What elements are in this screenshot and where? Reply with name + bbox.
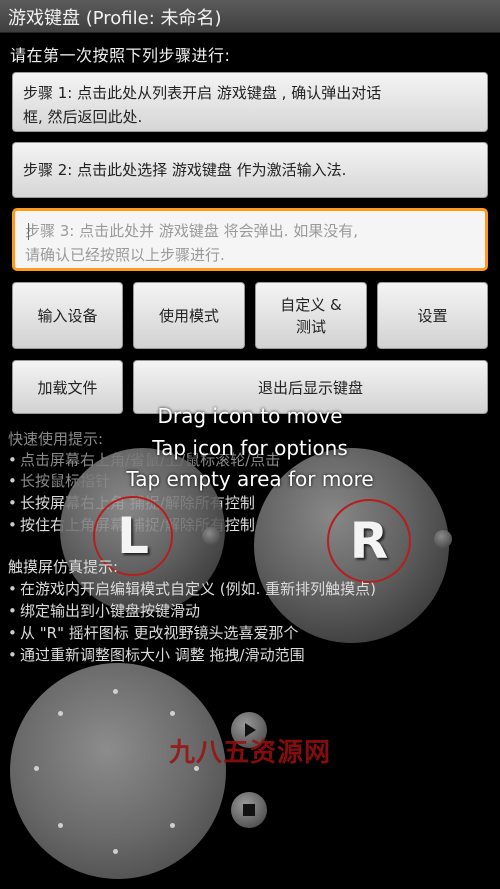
step-3-line2: 请确认已经按照以上步骤进行. [25, 246, 225, 264]
bullet-icon: • [8, 516, 17, 534]
bullet-icon: • [8, 494, 17, 512]
text-caret [28, 223, 29, 240]
watermark-text: 九八五资源网 [168, 738, 331, 768]
step-1-button[interactable]: 步骤 1: 点击此处从列表开启 游戏键盘 , 确认弹出对话 框, 然后返回此处. [12, 72, 488, 132]
input-device-button[interactable]: 输入设备 [12, 282, 123, 349]
touch-tip-item: • 在游戏内开启编辑模式自定义 (例如. 重新排列触摸点) [8, 580, 377, 598]
step-2-text: 步骤 2: 点击此处选择 游戏键盘 作为激活输入法. [23, 161, 347, 179]
dpad-dot-downright [170, 823, 175, 828]
use-mode-button[interactable]: 使用模式 [133, 282, 245, 349]
bullet-icon: • [8, 646, 17, 664]
step-1-line2: 框, 然后返回此处. [23, 108, 143, 126]
dpad-dot-upright [170, 711, 175, 716]
title-bar: 游戏键盘 (Profile: 未命名) [0, 0, 500, 33]
step-2-button[interactable]: 步骤 2: 点击此处选择 游戏键盘 作为激活输入法. [12, 142, 488, 198]
dpad-dot-up [113, 689, 118, 694]
right-joystick-knob [434, 530, 452, 548]
touch-tip-item: • 通过重新调整图标大小 调整 拖拽/滑动范围 [8, 646, 305, 664]
step-1-line1: 步骤 1: 点击此处从列表开启 游戏键盘 , 确认弹出对话 [23, 84, 382, 102]
right-joystick-label: R [327, 499, 411, 583]
bullet-icon: • [8, 602, 17, 620]
tap-hint: Tap icon for options [152, 436, 348, 460]
app-title: 游戏键盘 (Profile: 未命名) [8, 8, 222, 29]
bullet-icon: • [8, 624, 17, 642]
touch-tip-item: • 绑定输出到小键盘按键滑动 [8, 602, 201, 620]
step-3-input[interactable]: 步骤 3: 点击此处并 游戏键盘 将会弹出. 如果没有, 请确认已经按照以上步骤… [12, 208, 488, 271]
settings-button[interactable]: 设置 [377, 282, 488, 349]
tap-empty-hint: Tap empty area for more [126, 467, 374, 491]
touch-tip-item: • 从 "R" 摇杆图标 更改视野镜头选喜爱那个 [8, 624, 299, 642]
stop-button[interactable] [231, 792, 267, 828]
customize-test-button[interactable]: 自定义 & 测试 [255, 282, 367, 349]
stop-icon [243, 804, 255, 816]
dpad-control[interactable] [10, 663, 226, 879]
dpad-dot-upleft [58, 711, 63, 716]
dpad-dot-downleft [58, 823, 63, 828]
customize-line2: 测试 [295, 317, 326, 336]
dpad-dot-down [113, 849, 118, 854]
step-3-line1: 步骤 3: 点击此处并 游戏键盘 将会弹出. 如果没有, [25, 222, 358, 240]
touch-tips-header: 触摸屏仿真提示: [8, 558, 119, 576]
bullet-icon: • [8, 580, 17, 598]
customize-line1: 自定义 & [280, 295, 342, 314]
intro-text: 请在第一次按照下列步骤进行: [10, 46, 231, 65]
left-joystick-knob [202, 527, 220, 545]
drag-hint: Drag icon to move [157, 404, 343, 428]
